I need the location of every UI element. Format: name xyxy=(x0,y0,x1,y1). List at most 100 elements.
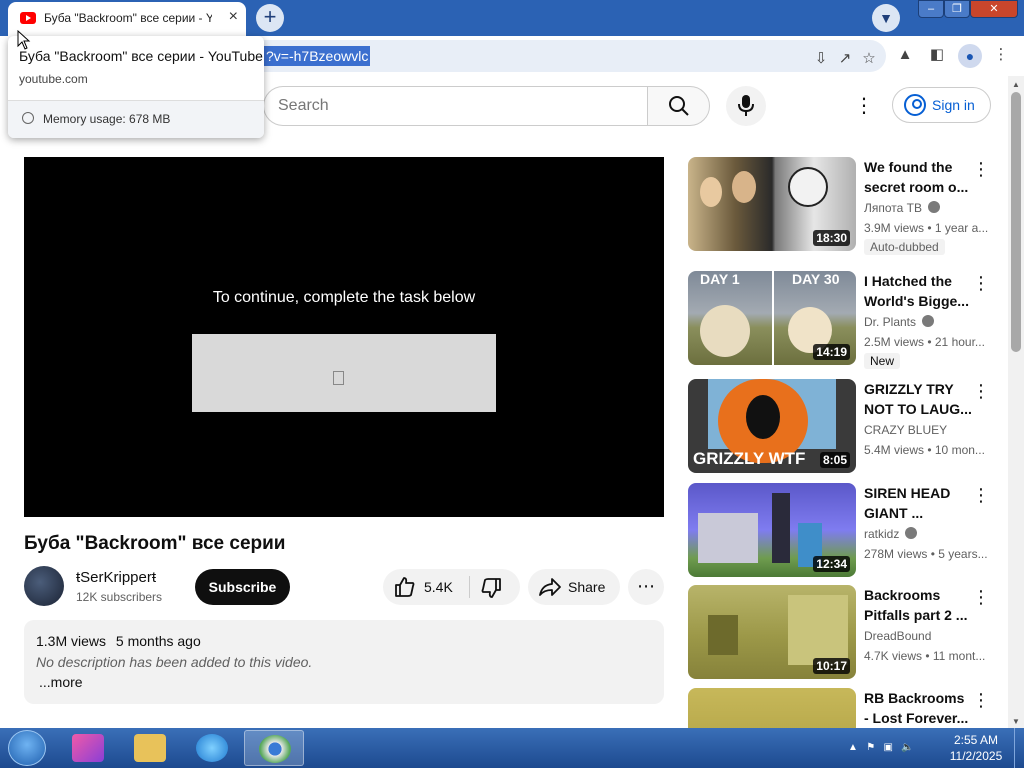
share-button[interactable]: Share xyxy=(528,569,620,605)
extensions-icon[interactable]: ▲ xyxy=(896,46,914,64)
more-actions-button[interactable]: ⋯ xyxy=(628,569,664,605)
tab-hover-card: Буба "Backroom" все серии - YouTube yout… xyxy=(8,36,264,138)
folder-icon xyxy=(134,734,166,762)
settings-menu-icon[interactable]: ⋮ xyxy=(850,92,878,120)
share-page-icon[interactable]: ↗ xyxy=(836,50,854,68)
recommendation-channel[interactable]: DreadBound xyxy=(864,629,931,643)
bookmark-star-icon[interactable]: ☆ xyxy=(860,50,878,68)
thumb-label-day1: DAY 1 xyxy=(700,271,740,287)
recommendation-title[interactable]: Backrooms Pitfalls part 2 ... xyxy=(864,585,974,625)
recommendation-menu-icon[interactable]: ⋮ xyxy=(972,485,990,506)
recommendation-menu-icon[interactable]: ⋮ xyxy=(972,273,990,294)
video-thumbnail[interactable]: DAY 1 DAY 30 14:19 xyxy=(688,271,856,365)
new-tab-button[interactable]: + xyxy=(256,4,284,32)
side-panel-icon[interactable]: ◧ xyxy=(928,46,946,64)
verified-badge-icon xyxy=(922,315,935,327)
taskbar-app-button[interactable] xyxy=(58,730,118,766)
tab-search-button[interactable]: ▼ xyxy=(872,4,900,32)
scrollbar-thumb[interactable] xyxy=(1011,92,1021,352)
scroll-down-arrow-icon[interactable]: ▼ xyxy=(1012,717,1020,726)
video-thumbnail[interactable]: GRIZZLY WTF 8:05 xyxy=(688,379,856,473)
recommendation-item[interactable]: GRIZZLY WTF 8:05 GRIZZLY TRY NOT TO LAUG.… xyxy=(688,379,990,475)
player-message: To continue, complete the task below xyxy=(212,289,476,306)
thumbs-down-icon[interactable] xyxy=(479,576,503,600)
verified-badge-icon xyxy=(927,201,940,213)
taskbar-clock[interactable]: 2:55 AM 11/2/2025 xyxy=(940,732,1012,764)
minimize-button[interactable]: – xyxy=(918,0,944,18)
recommendation-title[interactable]: SIREN HEAD GIANT ... xyxy=(864,483,974,523)
recommendation-title[interactable]: We found the secret room o... xyxy=(864,157,974,197)
recommendation-channel[interactable]: CRAZY BLUEY xyxy=(864,423,947,437)
system-tray[interactable]: ▲ ⚑ ▣ 🔈 xyxy=(848,742,914,753)
taskbar-chrome-button[interactable] xyxy=(244,730,304,766)
recommendation-item[interactable]: 10:17 Backrooms Pitfalls part 2 ... Dread… xyxy=(688,585,990,681)
verified-badge-icon xyxy=(905,527,918,539)
memory-usage-text: Memory usage: 678 MB xyxy=(43,112,171,126)
browser-tab[interactable]: Буба "Backroom" все серии - YouTube × xyxy=(8,2,246,36)
page-scrollbar[interactable]: ▲ ▼ xyxy=(1008,76,1024,728)
taskbar-explorer-button[interactable] xyxy=(120,730,180,766)
share-arrow-icon xyxy=(539,578,561,596)
recommendation-menu-icon[interactable]: ⋮ xyxy=(972,381,990,402)
microphone-icon xyxy=(738,95,754,116)
search-button[interactable] xyxy=(647,86,710,126)
browser-menu-icon[interactable]: ⋮ xyxy=(992,46,1010,64)
start-button[interactable] xyxy=(8,730,46,766)
maximize-button[interactable]: ❐ xyxy=(944,0,970,18)
profile-avatar-icon[interactable]: ● xyxy=(958,44,982,68)
recommendation-channel[interactable]: Ляпота ТВ xyxy=(864,201,940,215)
scroll-up-arrow-icon[interactable]: ▲ xyxy=(1012,80,1020,89)
channel-name[interactable]: ŧSerKripperŧ xyxy=(76,569,156,586)
recommendation-meta: 3.9M views • 1 year a... xyxy=(864,221,988,235)
voice-search-button[interactable] xyxy=(726,86,766,126)
address-bar[interactable]: ?v=-h7Bzeowvlc ⇩ ↗ ☆ xyxy=(240,40,886,72)
show-desktop-button[interactable] xyxy=(1014,728,1024,768)
recommendation-menu-icon[interactable]: ⋮ xyxy=(972,690,988,711)
video-player[interactable]: To continue, complete the task below xyxy=(24,157,664,517)
description-text: No description has been added to this vi… xyxy=(36,654,313,670)
recommendation-channel[interactable]: Dr. Plants xyxy=(864,315,935,329)
recommendation-title[interactable]: I Hatched the World's Bigge... xyxy=(864,271,974,311)
video-thumbnail[interactable]: 12:34 xyxy=(688,483,856,577)
internet-explorer-icon xyxy=(196,734,228,762)
tab-close-icon[interactable]: × xyxy=(229,8,238,26)
recommendation-menu-icon[interactable]: ⋮ xyxy=(972,159,990,180)
video-duration: 14:19 xyxy=(813,344,850,360)
recommendation-menu-icon[interactable]: ⋮ xyxy=(972,587,990,608)
recommendation-item[interactable]: DAY 1 DAY 30 14:19 I Hatched the World's … xyxy=(688,271,990,369)
video-thumbnail[interactable]: 18:30 xyxy=(688,157,856,251)
hover-card-domain: youtube.com xyxy=(19,72,88,86)
search-input[interactable]: Search xyxy=(263,86,648,126)
video-thumbnail[interactable] xyxy=(688,688,856,728)
video-thumbnail[interactable]: 10:17 xyxy=(688,585,856,679)
recommendation-channel[interactable]: ratkidz xyxy=(864,527,918,541)
taskbar-ie-button[interactable] xyxy=(182,730,242,766)
sign-in-label: Sign in xyxy=(932,97,975,113)
subscribe-button[interactable]: Subscribe xyxy=(195,569,290,605)
video-duration: 10:17 xyxy=(813,658,850,674)
subscriber-count: 12K subscribers xyxy=(76,590,163,604)
video-duration: 12:34 xyxy=(813,556,850,572)
close-window-button[interactable]: ✕ xyxy=(970,0,1018,18)
install-app-icon[interactable]: ⇩ xyxy=(812,50,830,68)
thumbs-up-icon[interactable] xyxy=(393,575,417,599)
channel-avatar[interactable] xyxy=(24,566,64,606)
show-more-link[interactable]: ...more xyxy=(39,674,83,690)
app-icon xyxy=(72,734,104,762)
recommendation-title[interactable]: GRIZZLY TRY NOT TO LAUG... xyxy=(864,379,974,419)
sign-in-button[interactable]: Sign in xyxy=(892,87,991,123)
windows-taskbar: ▲ ⚑ ▣ 🔈 2:55 AM 11/2/2025 xyxy=(0,728,1024,768)
url-text[interactable]: ?v=-h7Bzeowvlc xyxy=(264,46,371,66)
recommendation-meta: 5.4M views • 10 mon... xyxy=(864,443,985,457)
clock-time: 2:55 AM xyxy=(953,733,999,747)
recommendation-item[interactable]: 12:34 SIREN HEAD GIANT ... ratkidz 278M v… xyxy=(688,483,990,579)
task-frame[interactable] xyxy=(192,334,496,412)
broken-document-icon xyxy=(333,371,344,385)
description-box[interactable]: 1.3M views 5 months ago No description h… xyxy=(24,620,664,704)
recommendation-item[interactable]: RB Backrooms - Lost Forever... ⋮ xyxy=(688,688,988,728)
view-count: 1.3M views xyxy=(36,633,107,649)
recommendation-item[interactable]: 18:30 We found the secret room o... Ляпот… xyxy=(688,157,990,255)
recommendation-title[interactable]: RB Backrooms - Lost Forever... xyxy=(864,688,974,728)
clock-date: 11/2/2025 xyxy=(949,749,1003,763)
thumb-label-day30: DAY 30 xyxy=(792,271,840,287)
